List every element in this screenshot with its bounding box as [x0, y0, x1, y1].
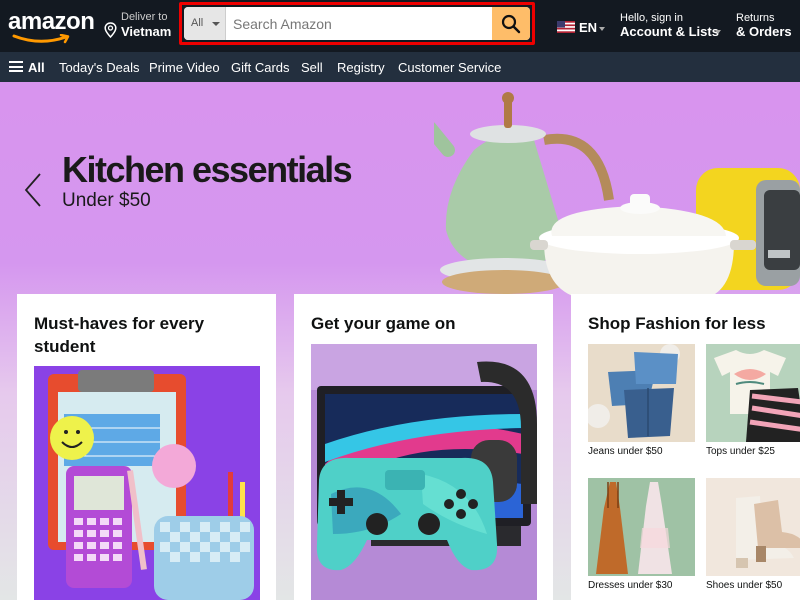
chevron-left-icon[interactable]: [22, 172, 44, 208]
account-greeting: Hello, sign in: [620, 12, 683, 24]
nav-link-registry[interactable]: Registry: [337, 60, 385, 75]
tile-caption: Dresses under $30: [588, 580, 673, 591]
shoes-illustration: [706, 478, 800, 576]
card-title: Must-haves for every student: [34, 312, 204, 358]
search-category-label: All: [191, 17, 204, 29]
account-and-lists[interactable]: Hello, sign in Account & Lists: [619, 11, 724, 41]
nav-link-sell[interactable]: Sell: [301, 60, 323, 75]
nav-link-customer-service[interactable]: Customer Service: [398, 60, 501, 75]
all-menu-label: All: [28, 60, 45, 75]
fashion-tile-tops[interactable]: Tops under $25: [706, 344, 800, 464]
jeans-image: [588, 344, 695, 442]
tops-image: [706, 344, 800, 442]
card-title: Get your game on: [311, 314, 456, 333]
card-student-must-haves[interactable]: Must-haves for every student: [17, 294, 276, 600]
jeans-illustration: [588, 344, 695, 442]
hamburger-menu-icon: [9, 61, 23, 72]
card-fashion[interactable]: Shop Fashion for less Jeans under $50 To…: [571, 294, 800, 600]
logo-text: amazon: [8, 8, 95, 35]
nav-link-todays-deals[interactable]: Today's Deals: [59, 60, 140, 75]
account-label: Account & Lists: [620, 24, 719, 39]
caret-down-icon: [212, 22, 220, 26]
kitchen-products-image: [434, 92, 800, 300]
deliver-to[interactable]: Deliver to Vietnam: [104, 10, 174, 42]
card-title-line: Must-haves for every: [34, 314, 205, 333]
secondary-navbar: All Today's Deals Prime Video Gift Cards…: [0, 52, 800, 82]
gaming-illustration: [311, 344, 537, 600]
tops-illustration: [706, 344, 800, 442]
tile-caption: Jeans under $50: [588, 446, 663, 457]
student-supplies-image[interactable]: [34, 366, 260, 600]
card-title: Shop Fashion for less: [588, 314, 766, 333]
deliver-label: Deliver to: [121, 11, 168, 23]
search-input[interactable]: [226, 7, 496, 40]
amazon-logo[interactable]: amazon: [8, 8, 95, 46]
returns-label: Returns: [736, 12, 775, 24]
caret-down-icon: [599, 27, 605, 31]
tile-caption: Shoes under $50: [706, 580, 783, 591]
search-button[interactable]: [492, 7, 530, 40]
fashion-tile-shoes[interactable]: Shoes under $50: [706, 478, 800, 600]
hero-subtitle: Under $50: [62, 190, 151, 211]
returns-and-orders[interactable]: Returns & Orders: [736, 11, 796, 41]
language-label: EN: [579, 20, 598, 35]
nav-link-gift-cards[interactable]: Gift Cards: [231, 60, 290, 75]
tile-caption: Tops under $25: [706, 446, 775, 457]
dresses-image: [588, 478, 695, 576]
top-navbar: amazon Deliver to Vietnam All Search Ama…: [0, 0, 800, 52]
search-highlight: All: [179, 2, 535, 45]
search-category-dropdown[interactable]: All: [184, 7, 226, 40]
hero-title: Kitchen essentials: [62, 149, 353, 190]
card-title-line: student: [34, 337, 96, 356]
location-pin-icon: [104, 22, 117, 38]
student-supplies-illustration: [34, 366, 260, 600]
search-icon: [501, 14, 521, 34]
deliver-location: Vietnam: [121, 24, 172, 39]
nav-link-prime-video[interactable]: Prime Video: [149, 60, 220, 75]
card-gaming[interactable]: Get your game on: [294, 294, 553, 600]
fashion-tile-dresses[interactable]: Dresses under $30: [588, 478, 695, 600]
dresses-illustration: [588, 478, 695, 576]
search-bar: All: [184, 7, 530, 40]
us-flag-icon: [557, 21, 575, 33]
fashion-tile-jeans[interactable]: Jeans under $50: [588, 344, 695, 464]
shoes-image: [706, 478, 800, 576]
orders-label: & Orders: [736, 24, 792, 39]
smile-arrow-icon: [12, 34, 70, 44]
caret-down-icon: [715, 30, 721, 34]
gaming-image[interactable]: [311, 344, 537, 600]
